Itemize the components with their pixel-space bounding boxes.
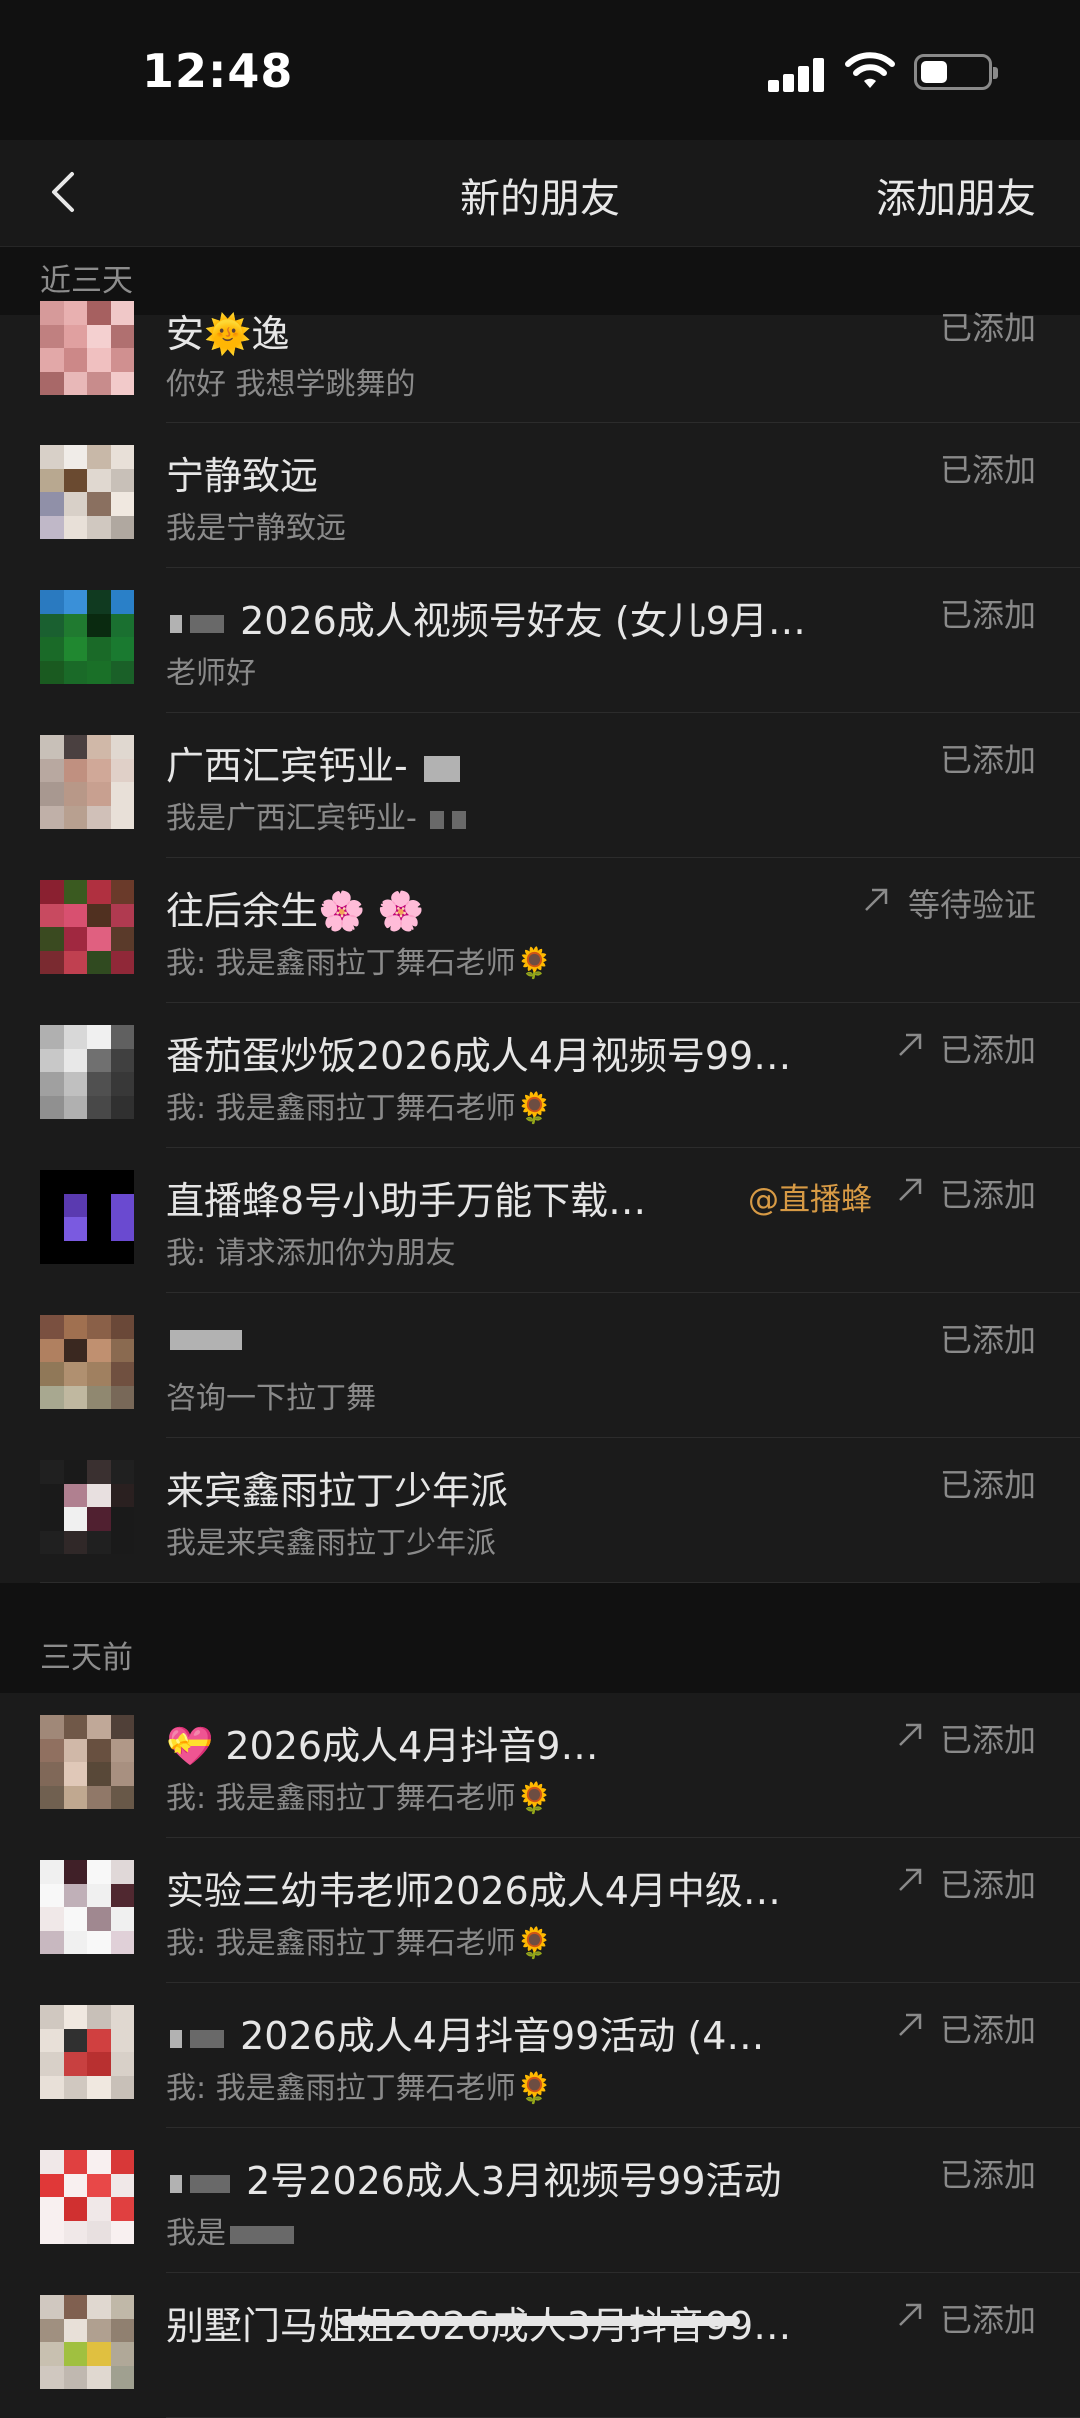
friend-name: 2号2026成人3月视频号99活动	[166, 2150, 890, 2205]
friend-name: 宁静致远	[166, 454, 319, 498]
friend-request-row[interactable]: 来宾鑫雨拉丁少年派 我是来宾鑫雨拉丁少年派 已添加	[0, 1438, 1080, 1583]
status-label: 已添加	[939, 596, 1036, 634]
sent-arrow-icon	[899, 1868, 922, 1891]
friend-request-row[interactable]: 广西汇宾钙业- 我是广西汇宾钙业- 已添加	[0, 713, 1080, 858]
friend-name: 番茄蛋炒饭2026成人4月视频号99…	[166, 1034, 792, 1078]
cellular-signal-icon	[768, 56, 826, 92]
sent-arrow-icon	[899, 2303, 922, 2326]
friend-name: 2026成人4月抖音99活动 (4…	[166, 2005, 880, 2060]
friend-request-row[interactable]: 宁静致远 我是宁静致远 已添加	[0, 423, 1080, 568]
sent-arrow-icon	[899, 1723, 922, 1746]
avatar	[40, 1170, 134, 1264]
friend-message: 我: 我是鑫雨拉丁舞石老师🌻	[166, 1091, 553, 1126]
status-time: 12:48	[142, 44, 294, 98]
status-label: 已添加	[939, 2156, 1036, 2194]
friend-request-row[interactable]: 2号2026成人3月视频号99活动 我是 已添加	[0, 2128, 1080, 2273]
add-friend-button[interactable]: 添加朋友	[876, 166, 1036, 224]
friend-message: 我是来宾鑫雨拉丁少年派	[166, 1526, 496, 1561]
status-icons	[768, 52, 998, 96]
avatar	[40, 880, 134, 974]
friend-message: 你好 我想学跳舞的	[166, 367, 416, 402]
friend-name: 2026成人视频号好友 (女儿9月…	[166, 590, 890, 645]
friend-message: 我: 我是鑫雨拉丁舞石老师🌻	[166, 1781, 553, 1816]
avatar	[40, 301, 134, 395]
friend-message: 老师好	[166, 656, 256, 691]
status-label: 已添加	[939, 2011, 1036, 2049]
friend-message: 我: 我是鑫雨拉丁舞石老师🌻	[166, 1926, 553, 1961]
friend-message: 我: 请求添加你为朋友	[166, 1236, 456, 1271]
avatar	[40, 1715, 134, 1809]
avatar	[40, 2295, 134, 2389]
friend-message: 我是广西汇宾钙业-	[166, 793, 880, 837]
avatar	[40, 590, 134, 684]
friend-request-row[interactable]: 安🌞逸 你好 我想学跳舞的 已添加	[0, 301, 1080, 423]
status-label: 已添加	[939, 451, 1036, 489]
friend-message: 我: 我是鑫雨拉丁舞石老师🌻	[166, 2071, 553, 2106]
home-indicator	[340, 2316, 740, 2326]
friend-message: 我是宁静致远	[166, 511, 346, 546]
friend-name: 实验三幼韦老师2026成人4月中级…	[166, 1869, 781, 1913]
friend-name: 安🌞逸	[166, 312, 290, 356]
section-header-earlier: 三天前	[0, 1583, 1080, 1693]
friend-message: 咨询一下拉丁舞	[166, 1381, 376, 1416]
sent-arrow-icon	[899, 2013, 922, 2036]
status-label: 已添加	[939, 741, 1036, 779]
avatar	[40, 1315, 134, 1409]
avatar	[40, 2005, 134, 2099]
sent-arrow-icon	[865, 888, 888, 911]
avatar	[40, 445, 134, 539]
status-label: 已添加	[939, 1321, 1036, 1359]
source-tag: @直播蜂	[748, 1182, 872, 1218]
sent-arrow-icon	[899, 1178, 922, 1201]
friend-request-row[interactable]: 往后余生🌸 🌸 我: 我是鑫雨拉丁舞石老师🌻 等待验证	[0, 858, 1080, 1003]
friend-request-row[interactable]: 💝 2026成人4月抖音9… 我: 我是鑫雨拉丁舞石老师🌻 已添加	[0, 1693, 1080, 1838]
avatar	[40, 2150, 134, 2244]
friend-name: 来宾鑫雨拉丁少年派	[166, 1469, 509, 1513]
status-label: 已添加	[939, 1176, 1036, 1214]
status-bar: 12:48	[0, 0, 1080, 140]
nav-bar: 新的朋友 添加朋友	[0, 140, 1080, 247]
friend-message: 我: 我是鑫雨拉丁舞石老师🌻	[166, 946, 553, 981]
friend-request-row[interactable]: 别墅门马姐姐2026成人3月抖音99… 已添加	[0, 2273, 1080, 2418]
battery-icon	[914, 54, 998, 90]
friend-name: 往后余生🌸 🌸	[166, 889, 425, 933]
friend-name: 广西汇宾钙业-	[166, 735, 890, 790]
friend-request-row[interactable]: 2026成人4月抖音99活动 (4… 我: 我是鑫雨拉丁舞石老师🌻 已添加	[0, 1983, 1080, 2128]
status-label: 已添加	[939, 1466, 1036, 1504]
avatar	[40, 735, 134, 829]
friend-request-row[interactable]: 直播蜂8号小助手万能下载… @直播蜂 我: 请求添加你为朋友 已添加	[0, 1148, 1080, 1293]
status-label: 已添加	[939, 1031, 1036, 1069]
avatar	[40, 1860, 134, 1954]
status-label: 已添加	[939, 1721, 1036, 1759]
friend-request-row[interactable]: 咨询一下拉丁舞 已添加	[0, 1293, 1080, 1438]
friend-message: 我是	[166, 2208, 880, 2252]
friend-name: 直播蜂8号小助手万能下载…	[166, 1179, 647, 1223]
avatar	[40, 1025, 134, 1119]
friend-request-row[interactable]: 番茄蛋炒饭2026成人4月视频号99… 我: 我是鑫雨拉丁舞石老师🌻 已添加	[0, 1003, 1080, 1148]
status-label: 等待验证	[907, 886, 1036, 924]
status-label: 已添加	[939, 1866, 1036, 1904]
status-label: 已添加	[939, 2301, 1036, 2339]
wifi-icon	[845, 52, 895, 88]
new-friends-list: 近三天 安🌞逸 你好 我想学跳舞的 已添加 宁静致远 我是宁静致远 已添加 20…	[0, 247, 1080, 2418]
friend-request-row[interactable]: 实验三幼韦老师2026成人4月中级… 我: 我是鑫雨拉丁舞石老师🌻 已添加	[0, 1838, 1080, 1983]
avatar	[40, 1460, 134, 1554]
status-label: 已添加	[939, 309, 1036, 347]
sent-arrow-icon	[899, 1033, 922, 1056]
friend-name	[166, 1315, 890, 1359]
friend-request-row[interactable]: 2026成人视频号好友 (女儿9月… 老师好 已添加	[0, 568, 1080, 713]
friend-name: 💝 2026成人4月抖音9…	[166, 1724, 599, 1768]
